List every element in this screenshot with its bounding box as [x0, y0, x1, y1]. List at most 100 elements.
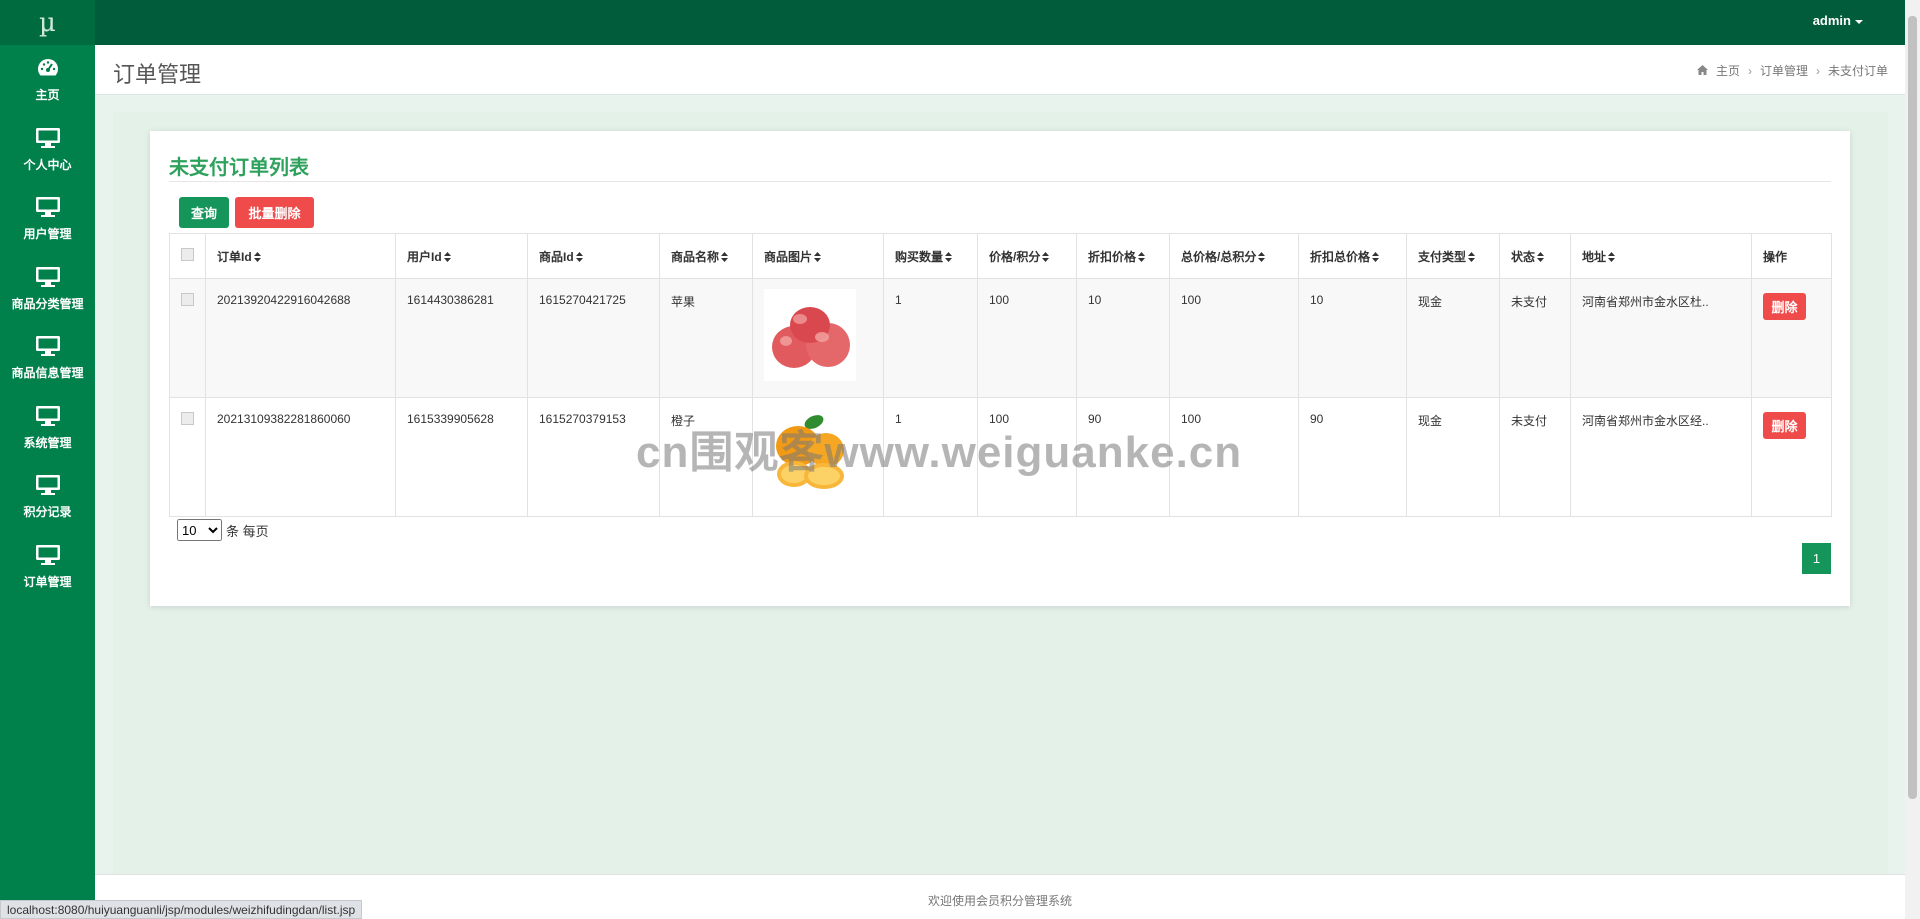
address-cell: 河南省郑州市金水区杜..: [1570, 278, 1752, 398]
row-checkbox[interactable]: [181, 293, 194, 306]
column-header[interactable]: 支付类型: [1406, 233, 1500, 279]
caret-down-icon: [1855, 19, 1863, 24]
sidebar-item-orders[interactable]: 订单管理: [0, 532, 95, 602]
sort-icon: [1138, 251, 1146, 265]
sidebar-item-products[interactable]: 商品信息管理: [0, 323, 95, 393]
sidebar-item-system[interactable]: 系统管理: [0, 393, 95, 463]
sidebar-item-label: 商品信息管理: [11, 366, 84, 381]
status-cell: 未支付: [1499, 397, 1571, 517]
delete-button[interactable]: 删除: [1763, 293, 1806, 320]
row-select-cell: [169, 397, 206, 517]
column-header[interactable]: 折扣总价格: [1298, 233, 1407, 279]
page-size-control: 10 条 每页: [177, 519, 269, 541]
sidebar-item-categories[interactable]: 商品分类管理: [0, 254, 95, 324]
footer: 欢迎使用会员积分管理系统: [95, 874, 1905, 919]
page-size-select[interactable]: 10: [177, 519, 222, 541]
order-id-cell: 20213109382281860060: [205, 397, 396, 517]
user-id-cell: 1614430386281: [395, 278, 528, 398]
page-header: 订单管理 主页 › 订单管理 › 未支付订单: [95, 45, 1905, 95]
column-header[interactable]: 商品名称: [659, 233, 753, 279]
dashboard-icon: [34, 56, 62, 80]
column-header[interactable]: 订单Id: [205, 233, 396, 279]
select-all-cell: [169, 233, 206, 279]
table-row: 20213920422916042688 1614430386281 16152…: [169, 278, 1832, 398]
pay-type-cell: 现金: [1406, 397, 1500, 517]
scrollbar-thumb[interactable]: [1908, 16, 1917, 799]
user-menu[interactable]: admin: [1813, 13, 1863, 28]
monitor-icon: [34, 404, 62, 428]
sidebar-item-label: 个人中心: [23, 157, 72, 172]
sidebar-item-users[interactable]: 用户管理: [0, 184, 95, 254]
monitor-icon: [34, 195, 62, 219]
order-list-card: 未支付订单列表 查询 批量删除 订单Id 用户Id 商品Id 商品名称 商品图片…: [150, 131, 1850, 606]
sidebar-item-profile[interactable]: 个人中心: [0, 115, 95, 185]
sort-icon: [1468, 251, 1476, 265]
discount-price-cell: 10: [1076, 278, 1170, 398]
sort-icon: [721, 251, 729, 265]
column-header[interactable]: 用户Id: [395, 233, 528, 279]
price-cell: 100: [977, 278, 1077, 398]
logo[interactable]: µ: [0, 0, 95, 45]
sort-icon: [253, 251, 261, 265]
order-id-cell: 20213920422916042688: [205, 278, 396, 398]
discount-total-cell: 90: [1298, 397, 1407, 517]
sort-icon: [1042, 251, 1050, 265]
sort-icon: [1537, 251, 1545, 265]
sidebar: µ 主页 个人中心 用户管理 商品分类管理 商品信息管理 系统管理 积分记录 订…: [0, 0, 95, 919]
user-id-cell: 1615339905628: [395, 397, 528, 517]
sort-icon: [1608, 251, 1616, 265]
total-price-cell: 100: [1169, 278, 1299, 398]
home-icon: [1696, 64, 1708, 78]
sidebar-item-label: 订单管理: [23, 574, 72, 589]
column-header[interactable]: 折扣价格: [1076, 233, 1170, 279]
chevron-right-icon: ›: [1815, 63, 1820, 78]
sort-icon: [443, 251, 451, 265]
column-header[interactable]: 购买数量: [883, 233, 978, 279]
sidebar-item-label: 用户管理: [23, 227, 72, 242]
product-id-cell: 1615270421725: [527, 278, 660, 398]
chevron-right-icon: ›: [1747, 63, 1752, 78]
footer-text: 欢迎使用会员积分管理系统: [927, 894, 1072, 908]
sidebar-item-label: 主页: [35, 88, 60, 103]
sort-icon: [814, 251, 822, 265]
column-header[interactable]: 总价格/总积分: [1169, 233, 1299, 279]
sort-icon: [575, 251, 583, 265]
column-header[interactable]: 价格/积分: [977, 233, 1077, 279]
delete-button[interactable]: 删除: [1763, 412, 1806, 439]
row-checkbox[interactable]: [181, 412, 194, 425]
column-header: 操作: [1751, 233, 1832, 279]
column-header[interactable]: 状态: [1499, 233, 1571, 279]
table-header-row: 订单Id 用户Id 商品Id 商品名称 商品图片 购买数量 价格/积分 折扣价格…: [169, 233, 1832, 279]
discount-total-cell: 10: [1298, 278, 1407, 398]
breadcrumb-section[interactable]: 订单管理: [1760, 62, 1808, 79]
top-navbar: admin: [95, 0, 1905, 45]
search-button[interactable]: 查询: [179, 197, 229, 228]
status-cell: 未支付: [1499, 278, 1571, 398]
sidebar-item-label: 积分记录: [23, 505, 72, 520]
sort-icon: [1372, 251, 1380, 265]
breadcrumb-home[interactable]: 主页: [1716, 62, 1740, 79]
page-title: 订单管理: [113, 62, 202, 87]
action-cell: 删除: [1751, 397, 1832, 517]
monitor-icon: [34, 126, 62, 150]
page-size-label: 条 每页: [226, 523, 269, 539]
page-number-button[interactable]: 1: [1802, 543, 1831, 574]
sidebar-item-home[interactable]: 主页: [0, 45, 95, 115]
column-header[interactable]: 商品图片: [752, 233, 884, 279]
address-cell: 河南省郑州市金水区经..: [1570, 397, 1752, 517]
column-header[interactable]: 商品Id: [527, 233, 660, 279]
monitor-icon: [34, 265, 62, 289]
sidebar-item-points[interactable]: 积分记录: [0, 462, 95, 532]
divider: [169, 181, 1831, 182]
batch-delete-button[interactable]: 批量删除: [235, 197, 314, 228]
column-header[interactable]: 地址: [1570, 233, 1752, 279]
quantity-cell: 1: [883, 278, 978, 398]
select-all-checkbox[interactable]: [181, 248, 194, 261]
browser-status-bar: localhost:8080/huiyuanguanli/jsp/modules…: [0, 900, 363, 919]
user-name: admin: [1812, 13, 1851, 28]
card-title: 未支付订单列表: [169, 157, 309, 179]
product-image-cell: [752, 278, 884, 398]
monitor-icon: [34, 473, 62, 497]
pay-type-cell: 现金: [1406, 278, 1500, 398]
scrollbar[interactable]: [1905, 0, 1920, 919]
